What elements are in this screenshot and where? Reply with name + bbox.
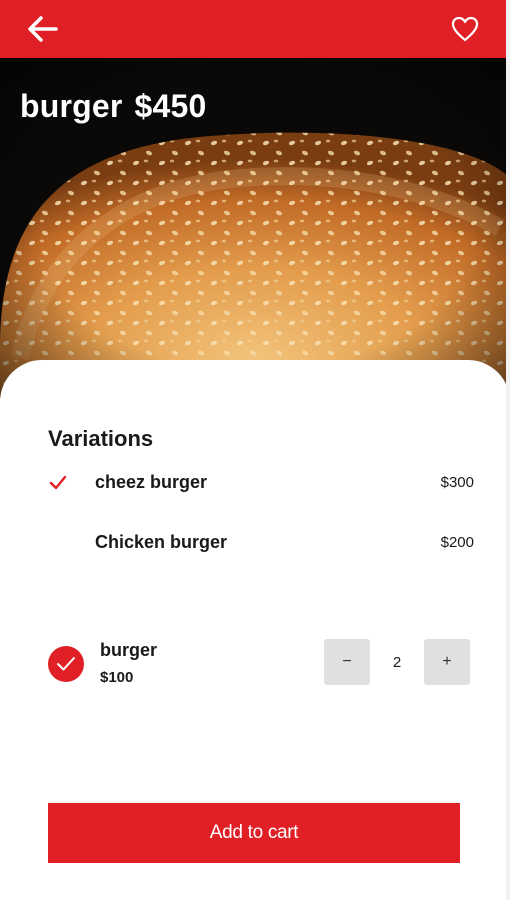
product-hero-image: burger $450: [0, 58, 510, 398]
cart-item-price: $100: [100, 669, 134, 686]
add-to-cart-button[interactable]: Add to cart: [48, 803, 460, 863]
favorite-button[interactable]: [450, 14, 480, 44]
product-title: burger $450: [20, 88, 207, 125]
item-select-toggle[interactable]: [48, 646, 84, 682]
variation-price: $300: [440, 474, 474, 491]
decrease-quantity-button[interactable]: −: [324, 639, 370, 685]
check-circle-icon: [57, 657, 75, 671]
product-price: $450: [134, 88, 207, 124]
cart-item-name: burger: [100, 640, 158, 660]
checkmark-icon: [49, 475, 67, 490]
variation-name: cheez burger: [95, 472, 208, 492]
cart-line-item: burger $100 − 2 +: [48, 632, 472, 694]
screen-edge-divider: [506, 0, 510, 900]
variation-option-cheez-burger[interactable]: cheez burger $300: [48, 464, 476, 500]
quantity-value: 2: [392, 654, 402, 671]
heart-icon: [451, 16, 479, 42]
variation-name: Chicken burger: [95, 532, 228, 552]
variation-option-chicken-burger[interactable]: Chicken burger $200: [48, 524, 476, 560]
increase-quantity-button[interactable]: +: [424, 639, 470, 685]
product-details-sheet: Variations cheez burger $300 Chicken bur…: [0, 360, 510, 900]
arrow-left-icon: [28, 16, 58, 42]
variations-title: Variations: [48, 426, 154, 451]
back-button[interactable]: [26, 12, 60, 46]
variation-price: $200: [440, 534, 474, 551]
product-name: burger: [20, 88, 123, 124]
top-app-bar: [0, 0, 510, 58]
